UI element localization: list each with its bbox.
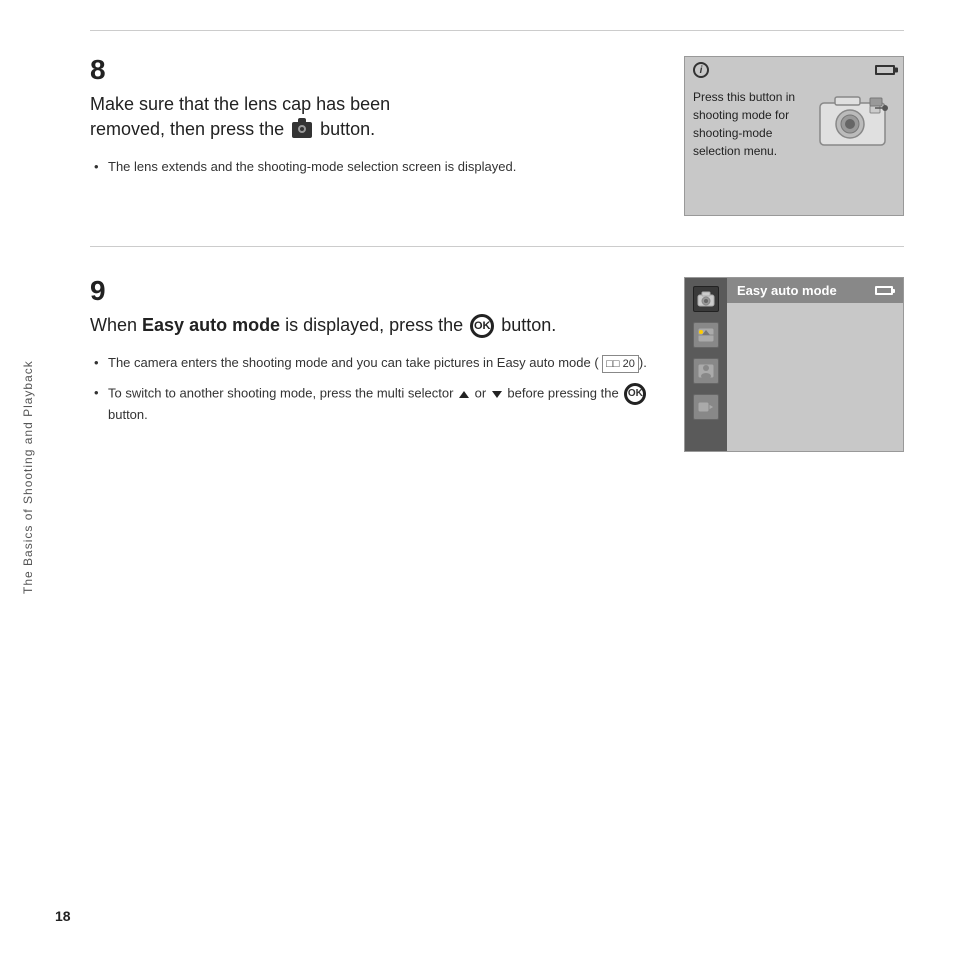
panel-8-text: Press this button in shooting mode for s… [693, 88, 815, 160]
mode-icon-camera [693, 286, 719, 312]
camera-button-icon [292, 122, 312, 138]
mode-icon-video [693, 394, 719, 420]
camera-illustration [815, 88, 895, 153]
step-8-number: 8 [90, 56, 654, 84]
easy-auto-mode-label: Easy auto mode [737, 283, 837, 298]
triangle-down-icon [492, 391, 502, 398]
info-icon: i [693, 62, 709, 78]
panel-9-sidebar [685, 278, 727, 451]
camera-svg [815, 88, 895, 153]
step-8-left: 8 Make sure that the lens cap has beenre… [90, 56, 684, 216]
step-8-panel: i Press this button in shooting mode for… [684, 56, 904, 216]
step-8-camera-panel: i Press this button in shooting mode for… [684, 56, 904, 216]
step-9-bullets: The camera enters the shooting mode and … [90, 353, 654, 424]
step-9-mode-panel: Easy auto mode [684, 277, 904, 452]
main-content: 8 Make sure that the lens cap has beenre… [90, 30, 904, 482]
panel-8-header: i [685, 57, 903, 83]
step-8-bullets: The lens extends and the shooting-mode s… [90, 157, 654, 177]
step-9-bullet-2: To switch to another shooting mode, pres… [90, 383, 654, 425]
mode-icon-smart-portrait [693, 358, 719, 384]
triangle-up-icon [459, 391, 469, 398]
mode-icon-scene [693, 322, 719, 348]
ref-box-1: □□ 20 [602, 355, 639, 374]
step-8-section: 8 Make sure that the lens cap has beenre… [90, 56, 904, 247]
panel-9-content [727, 303, 903, 441]
panel-9-main: Easy auto mode [727, 278, 903, 451]
ok-button-icon: OK [470, 314, 494, 338]
top-divider [90, 30, 904, 31]
battery-icon [875, 65, 895, 75]
step-9-panel: Easy auto mode [684, 277, 904, 452]
step-9-heading: When Easy auto mode is displayed, press … [90, 313, 654, 338]
panel-9-battery-icon [875, 286, 893, 295]
step-9-section: 9 When Easy auto mode is displayed, pres… [90, 277, 904, 482]
step-9-bullet-1: The camera enters the shooting mode and … [90, 353, 654, 373]
page-container: The Basics of Shooting and Playback 18 8… [0, 0, 954, 954]
panel-8-body: Press this button in shooting mode for s… [685, 83, 903, 165]
sidebar-label: The Basics of Shooting and Playback [8, 0, 48, 954]
panel-9-header: Easy auto mode [727, 278, 903, 303]
ok-button-icon-2: OK [624, 383, 646, 405]
easy-auto-mode-bold: Easy auto mode [142, 315, 280, 335]
step-8-bullet-1: The lens extends and the shooting-mode s… [90, 157, 654, 177]
page-number: 18 [55, 908, 71, 924]
step-9-left: 9 When Easy auto mode is displayed, pres… [90, 277, 684, 452]
step-8-heading: Make sure that the lens cap has beenremo… [90, 92, 654, 142]
step-9-number: 9 [90, 277, 654, 305]
